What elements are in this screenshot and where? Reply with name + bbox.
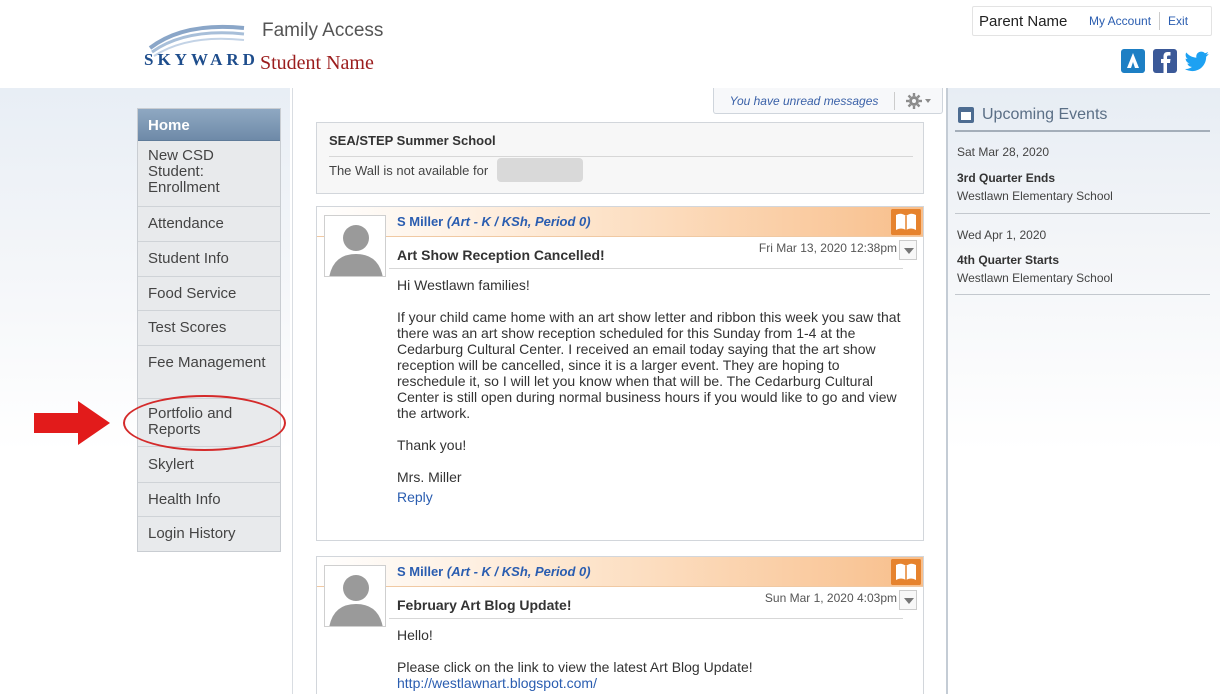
post-signature: Mrs. Miller	[397, 469, 462, 485]
user-silhouette-icon	[325, 566, 385, 626]
post-title: February Art Blog Update!	[397, 597, 572, 613]
post-class: (Art - K / KSh, Period 0)	[446, 564, 591, 579]
post-options-dropdown[interactable]	[899, 590, 917, 610]
avatar	[324, 565, 386, 627]
sidebar-item-food-service[interactable]: Food Service	[138, 277, 280, 311]
account-bar: Parent Name My Account Exit	[972, 6, 1212, 36]
sidebar-item-login-history[interactable]: Login History	[138, 517, 280, 551]
family-access-app-icon[interactable]	[1120, 48, 1146, 74]
divider	[955, 294, 1210, 295]
sidebar-item-test-scores[interactable]: Test Scores	[138, 311, 280, 346]
post-header: S Miller (Art - K / KSh, Period 0)	[317, 207, 923, 237]
post-body: Hi Westlawn families! If your child came…	[397, 277, 909, 505]
book-icon	[891, 209, 921, 235]
facebook-icon[interactable]	[1152, 48, 1178, 74]
post-body: Hello! Please click on the link to view …	[397, 627, 909, 691]
wall-post: S Miller (Art - K / KSh, Period 0) Art S…	[316, 206, 924, 541]
event-name[interactable]: 3rd Quarter Ends	[957, 171, 1055, 185]
post-message: Please click on the link to view the lat…	[397, 659, 753, 675]
post-options-dropdown[interactable]	[899, 240, 917, 260]
divider	[389, 268, 903, 269]
messages-bar: You have unread messages	[713, 88, 943, 114]
red-arrow-annotation	[34, 401, 110, 445]
post-greeting: Hello!	[397, 627, 433, 643]
divider	[955, 130, 1210, 132]
divider	[329, 156, 913, 157]
wall-notice-title: SEA/STEP Summer School	[329, 133, 496, 148]
sidebar-nav: Home New CSD Student: Enrollment Attenda…	[137, 108, 281, 552]
wall-post: S Miller (Art - K / KSh, Period 0) Febru…	[316, 556, 924, 694]
event-date: Sat Mar 28, 2020	[957, 145, 1050, 159]
app-title: Family Access	[262, 20, 384, 41]
student-name: Student Name	[260, 52, 374, 74]
event-location: Westlawn Elementary School	[957, 271, 1113, 285]
post-title: Art Show Reception Cancelled!	[397, 247, 605, 263]
gear-icon[interactable]	[905, 92, 933, 110]
post-date: Fri Mar 13, 2020 12:38pm	[758, 241, 897, 255]
twitter-icon[interactable]	[1184, 48, 1210, 74]
event-location: Westlawn Elementary School	[957, 189, 1113, 203]
redacted-name	[497, 158, 583, 182]
divider	[894, 91, 895, 110]
red-circle-annotation	[123, 395, 286, 451]
calendar-icon	[958, 107, 974, 123]
upcoming-events-header: Upcoming Events	[958, 106, 1107, 124]
post-header: S Miller (Art - K / KSh, Period 0)	[317, 557, 923, 587]
sidebar-item-new-csd-student-enrollment[interactable]: New CSD Student: Enrollment	[138, 141, 280, 207]
wall-notice-text: The Wall is not available for	[329, 163, 489, 178]
post-greeting: Hi Westlawn families!	[397, 277, 530, 293]
header: SKYWARD Family Access Student Name Paren…	[0, 0, 1220, 88]
divider	[292, 88, 293, 694]
sidebar-item-home[interactable]: Home	[138, 109, 280, 141]
sidebar-item-attendance[interactable]: Attendance	[138, 207, 280, 242]
user-silhouette-icon	[325, 216, 385, 276]
parent-name: Parent Name	[979, 12, 1068, 30]
post-author[interactable]: S Miller (Art - K / KSh, Period 0)	[397, 564, 591, 579]
book-icon	[891, 559, 921, 585]
blog-link[interactable]: http://westlawnart.blogspot.com/	[397, 675, 909, 691]
post-message: If your child came home with an art show…	[397, 309, 901, 421]
wall-notice: SEA/STEP Summer School The Wall is not a…	[316, 122, 924, 194]
sidebar-item-health-info[interactable]: Health Info	[138, 483, 280, 517]
post-class: (Art - K / KSh, Period 0)	[446, 214, 591, 229]
divider	[955, 213, 1210, 214]
exit-link[interactable]: Exit	[1160, 14, 1196, 28]
upcoming-events-title: Upcoming Events	[982, 106, 1108, 123]
reply-link[interactable]: Reply	[397, 489, 909, 505]
event-date: Wed Apr 1, 2020	[957, 228, 1047, 242]
skyward-logo-text: SKYWARD	[144, 50, 259, 69]
my-account-link[interactable]: My Account	[1081, 14, 1159, 28]
avatar	[324, 215, 386, 277]
post-thanks: Thank you!	[397, 437, 467, 453]
unread-messages-link[interactable]: You have unread messages	[714, 94, 894, 108]
post-author[interactable]: S Miller (Art - K / KSh, Period 0)	[397, 214, 591, 229]
post-author-name[interactable]: S Miller	[397, 214, 443, 229]
post-author-name[interactable]: S Miller	[397, 564, 443, 579]
post-date: Sun Mar 1, 2020 4:03pm	[764, 591, 897, 605]
sidebar-item-skylert[interactable]: Skylert	[138, 447, 280, 483]
event-name[interactable]: 4th Quarter Starts	[957, 253, 1059, 267]
sidebar-item-fee-management[interactable]: Fee Management	[138, 346, 280, 399]
sidebar-item-student-info[interactable]: Student Info	[138, 242, 280, 277]
divider	[389, 618, 903, 619]
